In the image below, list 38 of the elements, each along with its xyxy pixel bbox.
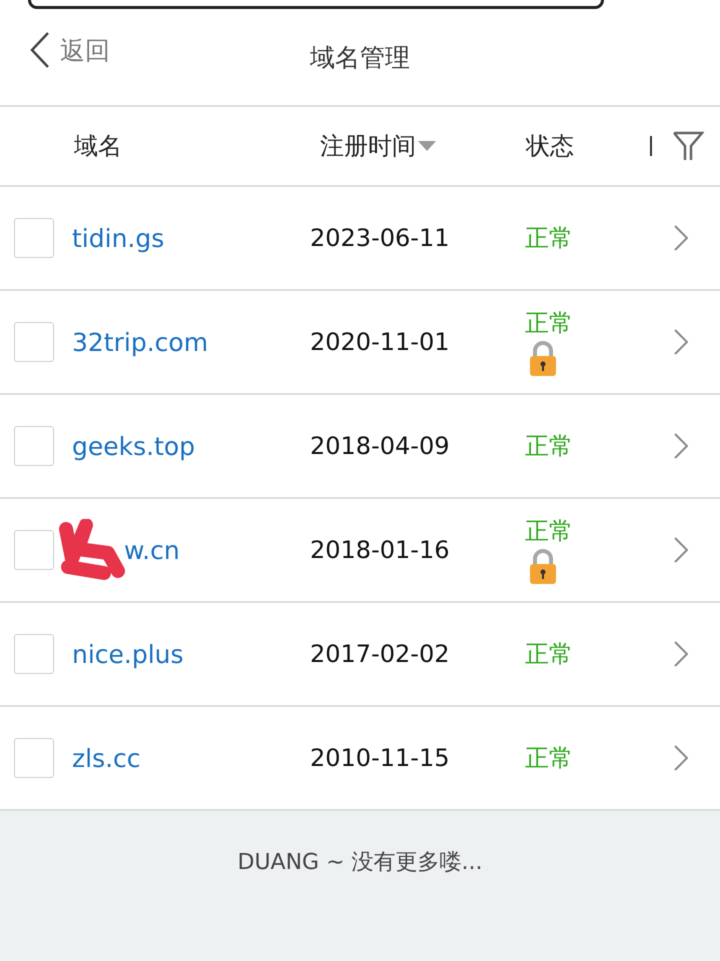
registration-date: 2023-06-11	[310, 224, 450, 252]
column-header[interactable]: 注册时间	[310, 130, 516, 162]
chevron-right-icon[interactable]	[674, 641, 688, 667]
page-title: 域名管理	[310, 42, 410, 74]
domain-link[interactable]: nice.plus	[72, 640, 184, 668]
status-text: 正常	[524, 431, 573, 462]
registration-date: 2018-04-09	[310, 432, 450, 460]
row-checkbox[interactable]	[14, 322, 54, 362]
status-text: 正常	[524, 223, 573, 254]
status-text: 正常	[524, 743, 573, 774]
status-text: 正常	[524, 516, 573, 547]
chevron-right-icon[interactable]	[674, 225, 688, 251]
row-checkbox[interactable]	[14, 634, 54, 674]
domain-link[interactable]: zls.cc	[72, 744, 141, 772]
registration-date: 2017-02-02	[310, 640, 450, 668]
registration-date: 2020-11-01	[310, 328, 450, 356]
back-button[interactable]: 返回	[30, 32, 110, 68]
registration-date: 2010-11-15	[310, 744, 450, 772]
row-checkbox[interactable]	[14, 218, 54, 258]
status-text: 正常	[524, 308, 573, 339]
end-of-list-message: DUANG ~ 没有更多喽...	[238, 849, 482, 877]
filter-icon[interactable]	[672, 131, 704, 161]
domain-link[interactable]: tidin.gs	[72, 224, 164, 252]
status-text: 正常	[524, 639, 573, 670]
registration-date: 2018-01-16	[310, 536, 450, 564]
row-checkbox[interactable]	[14, 738, 54, 778]
back-chevron-icon	[30, 32, 50, 68]
column-header[interactable]: 状态	[516, 130, 636, 162]
row-checkbox[interactable]	[14, 426, 54, 466]
domain-link[interactable]: 32trip.com	[72, 328, 208, 356]
column-header[interactable]: 域名	[0, 130, 310, 162]
chevron-right-icon[interactable]	[674, 329, 688, 355]
row-checkbox[interactable]	[14, 530, 54, 570]
chevron-right-icon[interactable]	[674, 537, 688, 563]
chevron-right-icon[interactable]	[674, 745, 688, 771]
domain-link[interactable]: w.cn	[124, 536, 180, 564]
chevron-right-icon[interactable]	[674, 433, 688, 459]
domain-link[interactable]: geeks.top	[72, 432, 196, 460]
